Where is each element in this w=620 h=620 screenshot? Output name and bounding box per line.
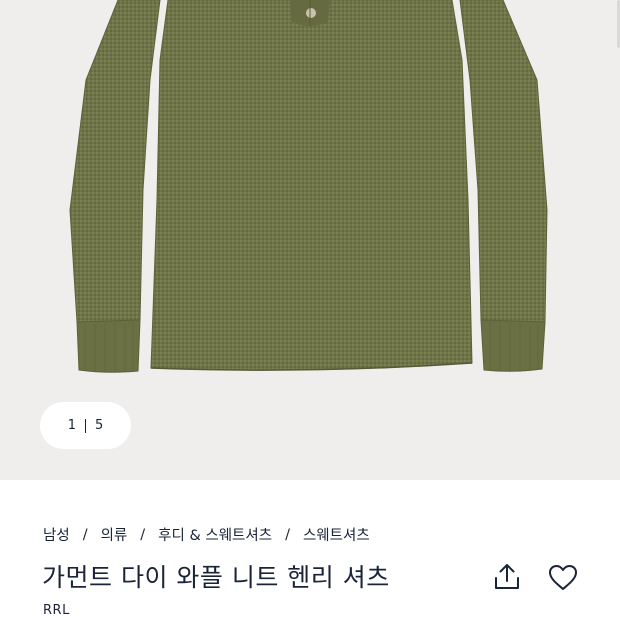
breadcrumb-separator: / — [140, 526, 146, 543]
share-icon — [495, 564, 519, 589]
breadcrumb-separator: / — [82, 526, 88, 543]
breadcrumb-separator: / — [285, 526, 290, 543]
image-counter-current: 1 — [67, 418, 76, 433]
product-info: 남성 / 의류 / 후디 & 스웨트셔츠 / 스웨트셔츠 가먼트 다이 와플 니… — [0, 480, 620, 620]
heart-icon — [549, 565, 577, 590]
breadcrumb-link-hoodies-sweatshirts[interactable]: 후디 & 스웨트셔츠 — [158, 524, 272, 545]
share-button[interactable] — [490, 560, 524, 594]
product-title: 가먼트 다이 와플 니트 헨리 셔츠 — [42, 563, 390, 592]
product-brand: RRL — [43, 603, 70, 618]
breadcrumb-link-clothing[interactable]: 의류 — [101, 524, 128, 545]
favorite-button[interactable] — [546, 561, 580, 595]
image-counter-divider — [85, 418, 86, 433]
breadcrumb-link-men[interactable]: 남성 — [43, 524, 70, 545]
image-counter: 1 5 — [40, 402, 131, 449]
breadcrumb-link-sweatshirts[interactable]: 스웨트셔츠 — [303, 524, 370, 545]
breadcrumb: 남성 / 의류 / 후디 & 스웨트셔츠 / 스웨트셔츠 — [43, 524, 370, 545]
image-counter-total: 5 — [95, 418, 104, 433]
product-image-gallery[interactable]: 1 5 — [0, 0, 620, 480]
